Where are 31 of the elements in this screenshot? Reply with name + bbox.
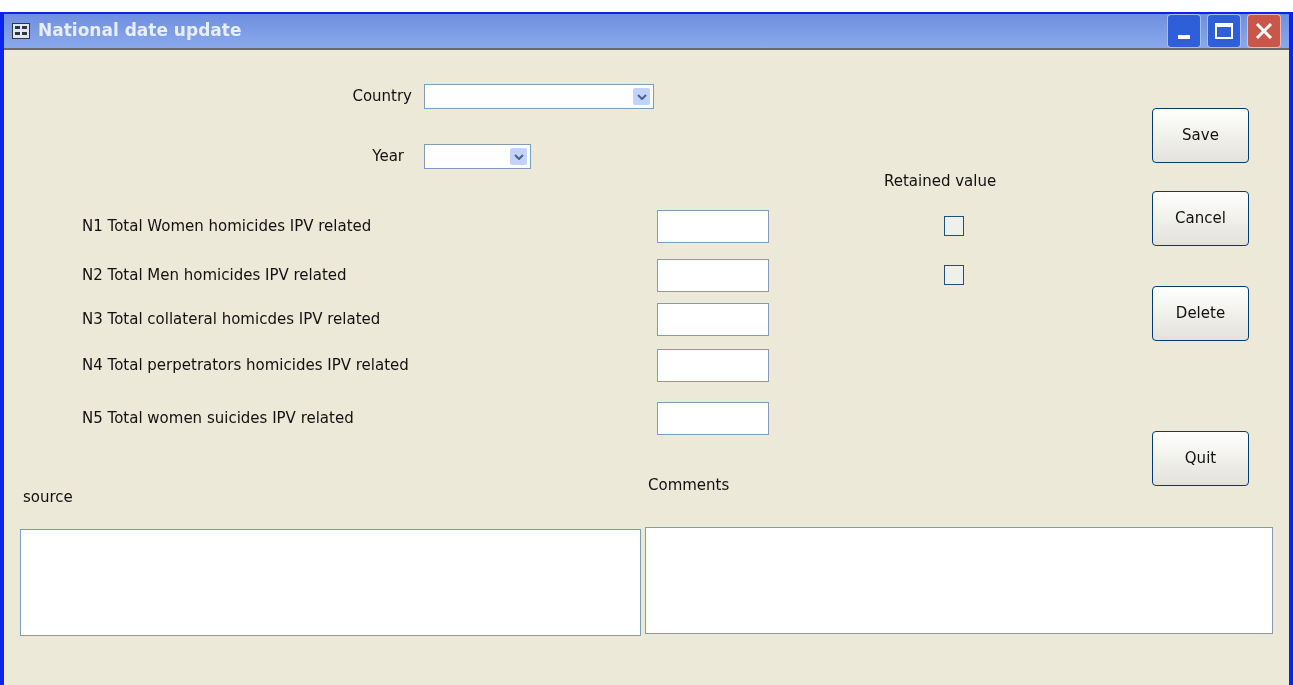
retained-value-header: Retained value [884,171,997,192]
number-field[interactable] [657,348,769,382]
form-button[interactable]: Save [1152,108,1249,163]
field-label: N1 Total Women homicides IPV related [82,215,373,237]
field-label: N5 Total women suicides IPV related [82,407,355,429]
retained-checkbox[interactable] [944,265,964,285]
form-button[interactable]: Quit [1152,431,1249,486]
form-icon [12,23,30,39]
field-label: N2 Total Men homicides IPV related [82,264,348,286]
source-label: source [22,487,74,508]
minimize-button[interactable] [1167,14,1201,48]
country-dropdown[interactable] [424,84,654,109]
retained-checkbox[interactable] [944,216,964,236]
maximize-button[interactable] [1207,14,1241,48]
form-button[interactable]: Delete [1152,286,1249,341]
field-label: N4 Total perpetrators homicides IPV related [82,354,410,376]
window-title: National date update [38,19,242,43]
number-field[interactable] [657,302,769,336]
year-dropdown[interactable] [424,144,531,169]
comments-field[interactable] [645,526,1273,634]
number-field[interactable] [657,258,769,292]
country-label: Country [351,86,413,108]
year-label: Year [371,146,405,168]
number-field[interactable] [657,209,769,243]
comments-label: Comments [647,475,731,496]
number-field[interactable] [657,401,769,435]
form-button[interactable]: Cancel [1152,191,1249,246]
source-field[interactable] [20,528,641,636]
close-button[interactable] [1247,14,1281,48]
close-icon [1255,22,1273,40]
field-label: N3 Total collateral homicdes IPV related [82,308,382,330]
